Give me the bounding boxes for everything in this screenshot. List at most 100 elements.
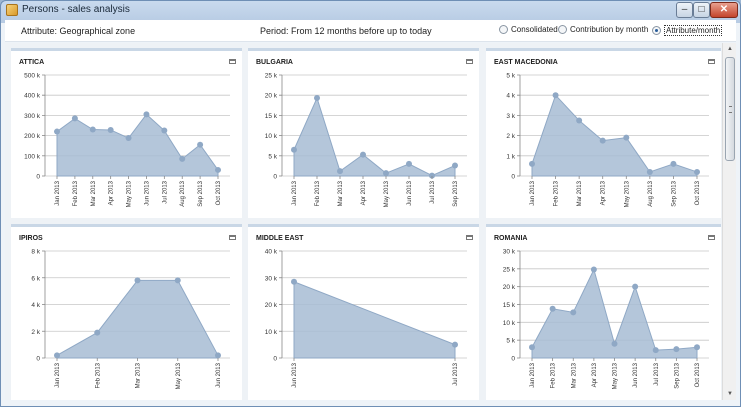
radio-selected-icon: [652, 26, 661, 35]
radio-consolidated[interactable]: Consolidated: [499, 25, 558, 34]
x-tick-label: Aug 2013: [180, 180, 186, 206]
x-tick-label: Sep 2013: [453, 180, 459, 206]
y-tick-label: 0: [511, 356, 515, 363]
y-tick-label: 10 k: [265, 329, 278, 336]
data-point: [611, 340, 618, 347]
data-point: [576, 117, 583, 124]
y-tick-label: 8 k: [31, 249, 40, 256]
area-chart: 0 5 k 10 k 15 k 20 k 25 k 30 k Jan 2013 Feb 2013…: [503, 249, 709, 389]
minimize-button[interactable]: –: [676, 2, 693, 18]
x-tick-label: Jan 2013: [530, 180, 536, 205]
y-tick-label: 10 k: [265, 133, 278, 140]
data-point: [623, 134, 630, 141]
data-point: [570, 309, 577, 316]
data-point: [652, 347, 659, 354]
scroll-thumb[interactable]: [725, 57, 735, 161]
y-tick-label: 40 k: [265, 249, 278, 256]
x-tick-label: Jan 2013: [292, 180, 298, 205]
y-tick-label: 0: [511, 174, 515, 181]
x-tick-label: Jun 2013: [633, 362, 639, 387]
x-tick-label: Mar 2013: [577, 180, 583, 206]
title-bar: Persons - sales analysis – □ ✕: [1, 1, 740, 20]
x-tick-label: Apr 2013: [592, 362, 598, 387]
close-button[interactable]: ✕: [710, 2, 738, 18]
y-tick-label: 20 k: [265, 302, 278, 309]
x-tick-label: Oct 2013: [216, 180, 222, 205]
y-tick-label: 3 k: [506, 113, 515, 120]
window-title: Persons - sales analysis: [22, 4, 130, 15]
grip-icon: [729, 106, 732, 113]
radio-attribute-month[interactable]: Attribute/month: [652, 25, 723, 36]
scroll-up-arrow-icon[interactable]: ▲: [723, 43, 737, 55]
x-tick-label: Jun 2013: [216, 362, 222, 387]
chart-panel-attica: ATTICA 0 100 k 200 k 300 k 400 k 500 k Jan 201…: [11, 48, 242, 218]
y-tick-label: 25 k: [503, 266, 516, 273]
x-tick-label: Jun 2013: [144, 180, 150, 205]
data-point: [694, 168, 700, 175]
data-point: [161, 127, 168, 134]
series-area: [56, 279, 219, 359]
x-tick-label: Feb 2013: [73, 180, 79, 206]
data-point: [89, 126, 96, 133]
x-tick-label: Jun 2013: [407, 180, 413, 205]
data-point: [670, 160, 677, 167]
x-tick-label: Jul 2013: [654, 362, 660, 385]
data-point: [314, 95, 320, 102]
x-tick-label: Apr 2013: [601, 180, 607, 205]
x-tick-label: Jan 2013: [55, 362, 61, 387]
y-tick-label: 400 k: [24, 93, 41, 100]
maximize-button[interactable]: □: [693, 2, 710, 18]
y-tick-label: 20 k: [265, 93, 278, 100]
y-tick-label: 200 k: [24, 133, 41, 140]
x-tick-label: May 2013: [127, 180, 133, 207]
attribute-label: Attribute: Geographical zone: [21, 26, 136, 36]
data-point: [673, 346, 680, 353]
data-point: [590, 266, 597, 273]
y-tick-label: 25 k: [265, 73, 278, 80]
x-tick-label: Mar 2013: [338, 180, 344, 206]
data-point: [406, 160, 412, 167]
data-point: [337, 168, 343, 175]
y-tick-label: 0: [36, 356, 40, 363]
chart-panel-east-macedonia: EAST MACEDONIA 01 k2 k3 k4 k5 k Jan 2013 F…: [486, 48, 721, 218]
data-point: [694, 344, 700, 351]
x-tick-label: Oct 2013: [695, 362, 701, 387]
x-tick-label: May 2013: [613, 362, 619, 389]
app-icon: [6, 4, 18, 16]
chart-grid: ATTICA 0 100 k 200 k 300 k 400 k 500 k Jan 201…: [5, 43, 722, 400]
x-tick-label: Mar 2013: [571, 362, 577, 388]
data-point: [360, 151, 366, 158]
y-tick-label: 15 k: [265, 113, 278, 120]
vertical-scrollbar[interactable]: ▲ ▼: [722, 43, 736, 400]
data-point: [134, 277, 141, 284]
scroll-down-arrow-icon[interactable]: ▼: [723, 388, 737, 400]
x-tick-label: Jul 2013: [162, 180, 168, 203]
y-tick-label: 4 k: [506, 93, 515, 100]
radio-contribution-by-month[interactable]: Contribution by month: [558, 25, 648, 34]
x-tick-label: Feb 2013: [551, 362, 557, 388]
x-tick-label: Sep 2013: [198, 180, 204, 206]
y-tick-label: 10 k: [503, 320, 516, 327]
radio-icon: [558, 25, 567, 34]
area-chart: 0 5 k 10 k 15 k 20 k 25 k Jan 2013 Feb 2013 Mar …: [265, 73, 467, 207]
y-tick-label: 2 k: [506, 133, 515, 140]
radio-label: Contribution by month: [570, 25, 649, 34]
x-tick-label: May 2013: [384, 180, 390, 207]
x-tick-label: Apr 2013: [361, 180, 367, 205]
y-tick-label: 2 k: [31, 329, 40, 336]
y-tick-label: 15 k: [503, 302, 516, 309]
series-area: [293, 281, 456, 359]
x-tick-label: May 2013: [624, 180, 630, 207]
chart-panel-bulgaria: BULGARIA 05 k 10 k 15 k 20 k 25 k Jan 2013 Feb…: [248, 48, 479, 218]
chart-panel-ipiros: IPIROS 02 k4 k6 k8 k Jan 2013 Feb 2013 Mar …: [11, 224, 242, 400]
data-point: [291, 146, 297, 153]
y-tick-label: 4 k: [31, 302, 40, 309]
x-tick-label: Feb 2013: [554, 180, 560, 206]
x-tick-label: Jul 2013: [430, 180, 436, 203]
chart-panel-romania: ROMANIA 05 k 10 k 15 k 20 k 25 k 30 k Jan 2013…: [486, 224, 721, 400]
data-point: [107, 126, 114, 133]
y-tick-label: 0: [273, 356, 277, 363]
radio-label: Consolidated: [511, 25, 558, 34]
y-tick-label: 0: [36, 174, 40, 181]
y-tick-label: 5 k: [506, 338, 515, 345]
